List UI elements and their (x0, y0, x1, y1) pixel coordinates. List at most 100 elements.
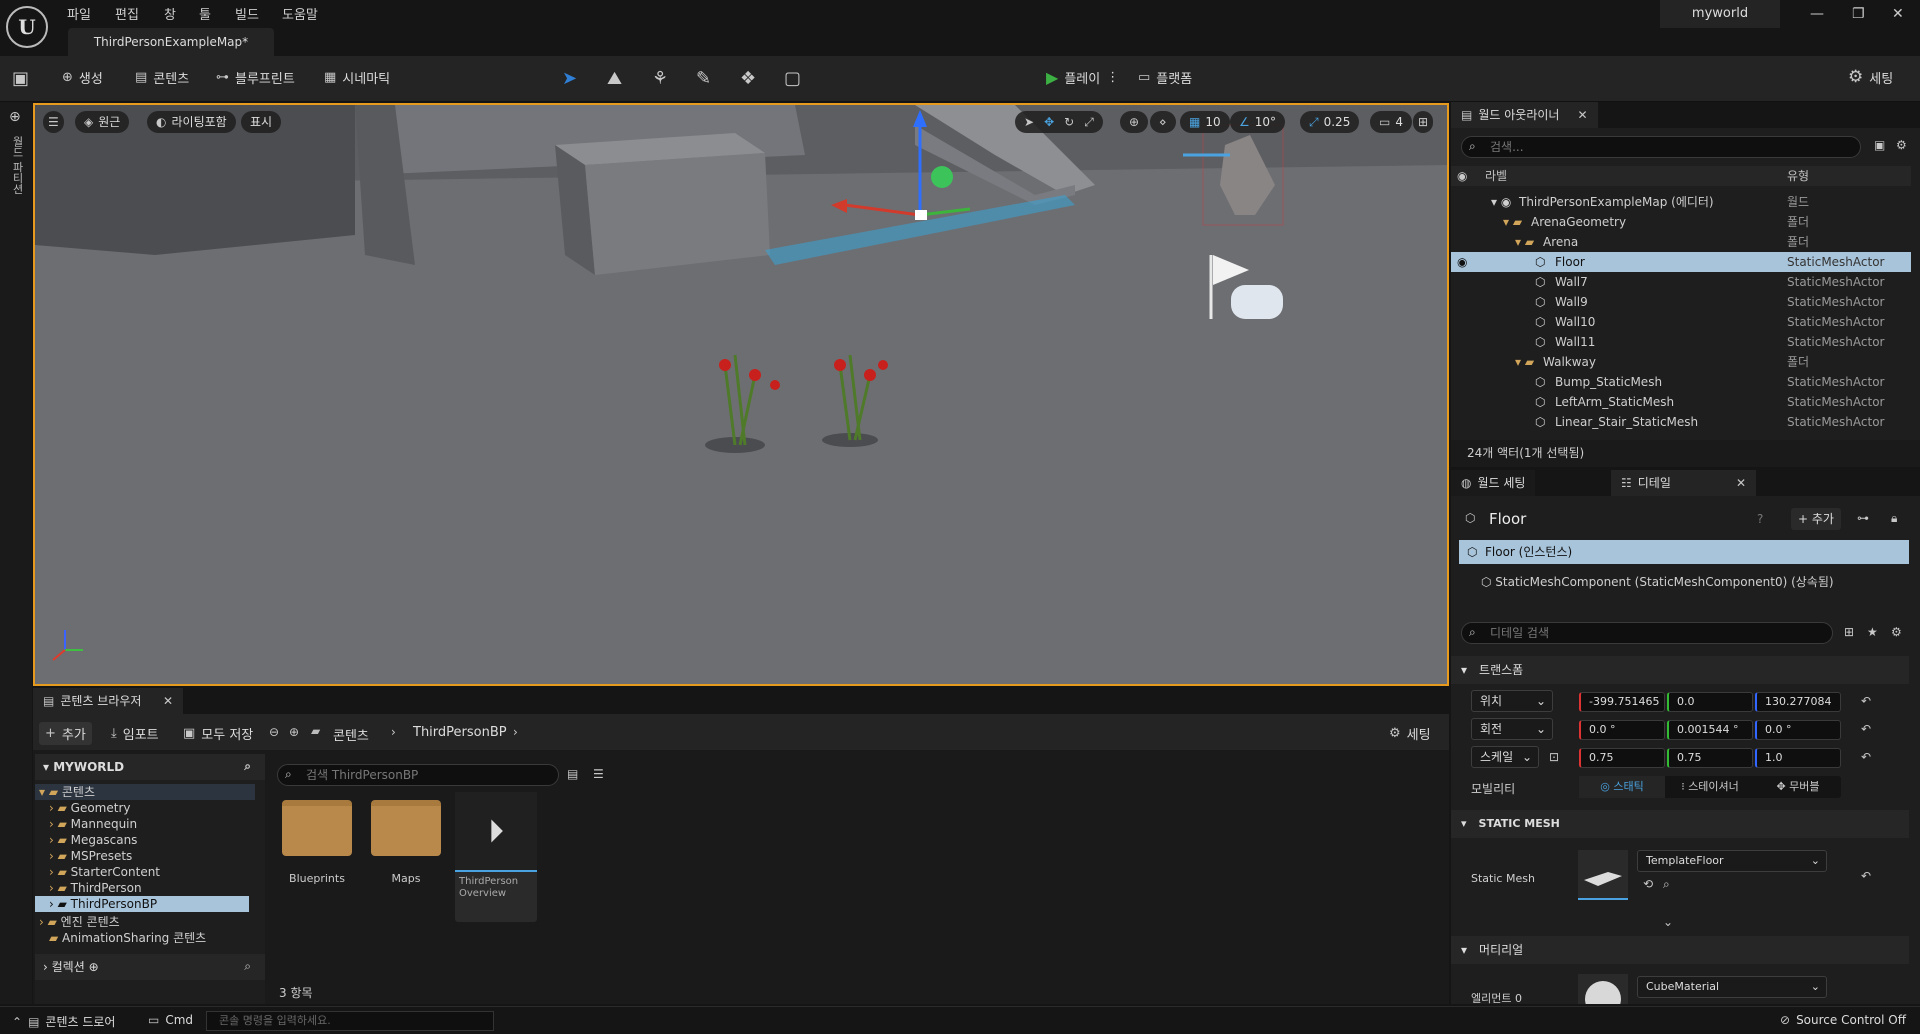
menu-help[interactable]: 도움말 (282, 4, 318, 23)
grid-snap-button[interactable]: ▦ 10 (1180, 111, 1230, 133)
asset-thirdperson-overview[interactable]: ⏵ ThirdPerson Overview (455, 792, 537, 922)
folder-megascans[interactable]: › ▰ Megascans (35, 832, 255, 848)
details-search-input[interactable]: 디테일 검색 (1461, 622, 1833, 644)
folder-mspresets[interactable]: › ▰ MSPresets (35, 848, 255, 864)
outliner-row[interactable]: ⬡ Bump_StaticMesh StaticMeshActor (1451, 372, 1911, 392)
menu-window[interactable]: 창 (164, 4, 176, 23)
add-collection-icon[interactable]: ⊕ (85, 960, 99, 974)
layout-button[interactable]: ⊞ (1413, 111, 1434, 133)
outliner-tab[interactable]: ▤ 월드 아웃라이너 ✕ (1451, 102, 1598, 128)
content-browser-tab[interactable]: ▤ 콘텐츠 브라우저 ✕ (33, 688, 183, 714)
details-settings-icon[interactable]: ⚙ (1891, 626, 1902, 638)
rotation-x-field[interactable]: 0.0 ° (1579, 720, 1665, 740)
materials-section[interactable]: ▾ 머티리얼 (1451, 936, 1909, 964)
menu-file[interactable]: 파일 (67, 4, 91, 23)
select-mode-icon[interactable]: ➤ (562, 68, 577, 89)
outliner-row[interactable]: ⬡ Wall11 StaticMeshActor (1451, 332, 1911, 352)
rotation-y-field[interactable]: 0.001544 ° (1667, 720, 1753, 740)
menu-tools[interactable]: 툴 (199, 4, 211, 23)
reset-icon[interactable]: ↶ (1861, 870, 1871, 882)
save-icon[interactable]: ▣ (12, 68, 29, 89)
outliner-settings-icon[interactable]: ⚙ (1896, 139, 1907, 151)
landscape-mode-icon[interactable]: ⛰ (607, 68, 622, 89)
modeling-mode-icon[interactable]: ▢ (784, 68, 801, 89)
cb-settings-button[interactable]: ⚙ 세팅 (1389, 724, 1431, 743)
create-button[interactable]: ⊕ 생성 (62, 68, 103, 87)
material-thumbnail[interactable] (1578, 974, 1628, 1004)
play-options-icon[interactable]: ⋮ (1106, 70, 1119, 85)
help-icon[interactable]: ? (1757, 513, 1763, 525)
outliner-row[interactable]: ▾ ▰ ArenaGeometry 폴더 (1451, 212, 1911, 232)
menu-build[interactable]: 빌드 (235, 4, 259, 23)
folder-thirdperson[interactable]: › ▰ ThirdPerson (35, 880, 255, 896)
cinematic-button[interactable]: ▦ 시네마틱 (324, 68, 390, 87)
folder-thirdpersonbp-selected[interactable]: › ▰ ThirdPersonBP (35, 896, 249, 912)
search-icon[interactable]: ⌕ (244, 760, 251, 772)
rotation-dropdown[interactable]: 회전 ⌄ (1471, 718, 1553, 740)
folder-mannequin[interactable]: › ▰ Mannequin (35, 816, 255, 832)
asset-folder-blueprints[interactable]: Blueprints (277, 800, 357, 885)
minimize-icon[interactable]: — (1810, 6, 1824, 22)
outliner-row[interactable]: ▾ ◉ ThirdPersonExampleMap (에디터) 월드 (1451, 192, 1911, 212)
scale-y-field[interactable]: 0.75 (1667, 748, 1753, 768)
breadcrumb-content[interactable]: 콘텐츠 (333, 725, 369, 744)
outliner-row[interactable]: ⬡ Wall7 StaticMeshActor (1451, 272, 1911, 292)
platform-button[interactable]: ▭ 플랫폼 (1138, 68, 1192, 87)
fracture-mode-icon[interactable]: ❖ (740, 68, 756, 89)
restore-icon[interactable]: ❐ (1852, 6, 1865, 22)
move-tool-icon[interactable]: ✥ (1044, 116, 1054, 128)
camera-speed-button[interactable]: ▭ 4 (1370, 111, 1412, 133)
instance-row[interactable]: ⬡ Floor (인스턴스) (1459, 540, 1909, 564)
close-icon[interactable]: ✕ (1892, 6, 1904, 22)
close-tab-icon[interactable]: ✕ (1736, 477, 1746, 489)
menu-edit[interactable]: 편집 (115, 4, 139, 23)
cb-add-button[interactable]: + 추가 (39, 722, 92, 745)
close-tab-icon[interactable]: ✕ (1577, 109, 1587, 121)
sources-header[interactable]: ▾ MYWORLD ⌕ (35, 754, 265, 780)
reset-icon[interactable]: ↶ (1861, 723, 1871, 735)
world-local-toggle[interactable]: ⊕ (1120, 111, 1149, 133)
content-drawer-button[interactable]: ⌃ ▤ 콘텐츠 드로어 (12, 1013, 115, 1030)
collections-header[interactable]: › 컬렉션 ⊕ ⌕ (35, 954, 265, 980)
place-actor-icon[interactable]: ⊕ (9, 110, 21, 124)
import-button[interactable]: ⤓ 임포트 (111, 724, 159, 743)
select-tool-icon[interactable]: ➤ (1024, 116, 1034, 128)
static-mesh-thumbnail[interactable] (1578, 850, 1628, 900)
reset-icon[interactable]: ↶ (1861, 695, 1871, 707)
add-component-button[interactable]: + 추가 (1791, 508, 1841, 530)
search-icon[interactable]: ⌕ (244, 960, 251, 972)
reset-icon[interactable]: ↶ (1861, 751, 1871, 763)
filter-icon[interactable]: ☰ (593, 768, 604, 780)
transform-section[interactable]: ▾ 트랜스폼 (1451, 656, 1909, 684)
label-column-header[interactable]: 라벨 (1485, 166, 1507, 186)
save-all-button[interactable]: ▣ 모두 저장 (183, 724, 253, 743)
location-y-field[interactable]: 0.0 (1667, 692, 1753, 712)
outliner-row-selected[interactable]: ◉ ⬡ Floor StaticMeshActor (1451, 252, 1911, 272)
folder-startercontent[interactable]: › ▰ StarterContent (35, 864, 255, 880)
outliner-search-input[interactable]: 검색... (1461, 136, 1861, 158)
world-settings-tab[interactable]: ◍ 월드 세팅 (1451, 470, 1536, 496)
folder-geometry[interactable]: › ▰ Geometry (35, 800, 255, 816)
asset-folder-maps[interactable]: Maps (366, 800, 446, 885)
lock-icon[interactable]: 🔒︎ (1891, 512, 1897, 524)
table-view-icon[interactable]: ⊞ (1844, 626, 1854, 638)
folder-content[interactable]: ▾ ▰ 콘텐츠 (35, 784, 255, 800)
perspective-button[interactable]: ◈ 원근 (75, 111, 130, 133)
add-folder-icon[interactable]: ▣ (1874, 139, 1885, 151)
settings-button[interactable]: ⚙ 세팅 (1848, 68, 1893, 88)
scale-x-field[interactable]: 0.75 (1579, 748, 1665, 768)
level-viewport[interactable]: ☰ ◈ 원근 ◐ 라이팅포함 표시 ➤ ✥ ↻ ⤢ ⊕ ⋄ ▦ 10 ∠ 10° ⤢ 0.… (33, 103, 1449, 686)
folder-animation-sharing[interactable]: ▰ AnimationSharing 콘텐츠 (35, 930, 255, 946)
play-button[interactable]: ▶ 플레이 ⋮ (1046, 68, 1119, 87)
lighting-button[interactable]: ◐ 라이팅포함 (147, 111, 236, 133)
forward-icon[interactable]: ⊕ (289, 726, 299, 738)
save-search-icon[interactable]: ▤ (567, 768, 578, 780)
location-z-field[interactable]: 130.277084 (1755, 692, 1841, 712)
mobility-static-button[interactable]: ◎ 스태틱 (1579, 776, 1665, 798)
scale-z-field[interactable]: 1.0 (1755, 748, 1841, 768)
outliner-row[interactable]: ▾ ▰ Arena 폴더 (1451, 232, 1911, 252)
unreal-logo-icon[interactable]: U (6, 6, 48, 48)
scale-dropdown[interactable]: 스케일 ⌄ (1471, 746, 1539, 768)
rotation-snap-button[interactable]: ∠ 10° (1230, 111, 1286, 133)
lock-ratio-icon[interactable]: ⊡ (1549, 751, 1559, 763)
